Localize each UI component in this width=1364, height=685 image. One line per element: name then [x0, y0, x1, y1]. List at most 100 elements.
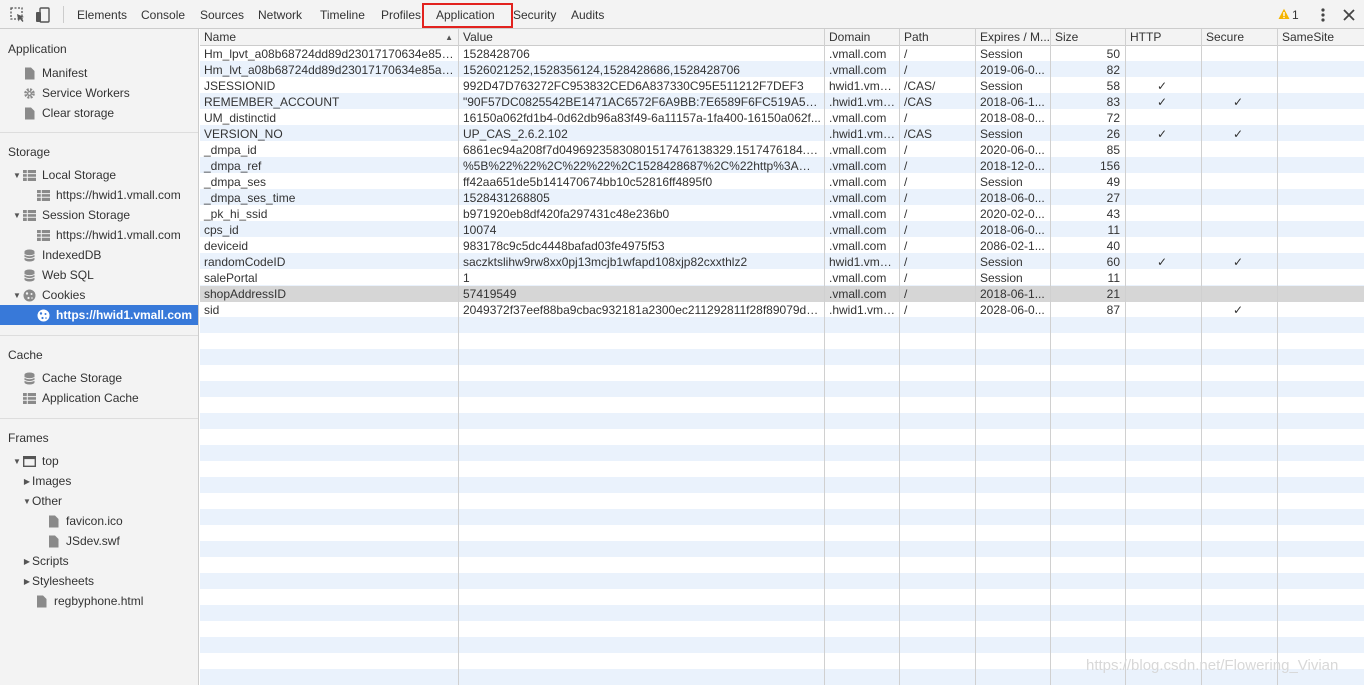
- sidebar-item-cookies[interactable]: ▼ Cookies: [0, 285, 198, 305]
- sidebar-item-cache-storage[interactable]: Cache Storage: [0, 368, 198, 388]
- column-header-path[interactable]: Path: [900, 29, 975, 46]
- column-header-secure[interactable]: Secure: [1202, 29, 1277, 46]
- sidebar-item-label: Session Storage: [42, 208, 131, 222]
- sidebar-item-other[interactable]: ▼ Other: [0, 491, 198, 511]
- check-mark-icon: ✓: [1156, 127, 1168, 141]
- table-row[interactable]: deviceid 983178c9c5dc4448bafad03fe4975f53…: [200, 238, 1364, 254]
- sidebar-item-manifest[interactable]: Manifest: [0, 63, 198, 83]
- sidebar-item-application-cache[interactable]: Application Cache: [0, 388, 198, 408]
- cell-name: Hm_lvt_a08b68724dd89d23017170634e85acd8: [204, 63, 458, 77]
- sidebar-item-session-storage[interactable]: ▼ Session Storage: [0, 205, 198, 225]
- cell-name: _dmpa_id: [204, 143, 257, 157]
- cell-path: /: [904, 255, 908, 269]
- sidebar-item-local-storage-origin[interactable]: https://hwid1.vmall.com: [0, 185, 198, 205]
- sidebar-item-label: IndexedDB: [42, 248, 102, 262]
- table-row[interactable]: Hm_lvt_a08b68724dd89d23017170634e85acd8 1…: [200, 62, 1364, 78]
- more-menu-icon[interactable]: [1314, 6, 1332, 24]
- cell-domain: .vmall.com: [829, 111, 887, 125]
- cell-secure: [1202, 270, 1277, 286]
- cell-value: b971920eb8df420fa297431c48e236b0: [463, 207, 670, 221]
- sidebar-item-label: https://hwid1.vmall.com: [56, 228, 181, 242]
- tab-elements[interactable]: Elements: [77, 0, 127, 29]
- sidebar-item-jsdev-swf[interactable]: JSdev.swf: [0, 531, 198, 551]
- cell-domain: .hwid1.vma...: [829, 303, 899, 317]
- table-row[interactable]: _dmpa_ses_time 1528431268805 .vmall.com / 20…: [200, 190, 1364, 206]
- cell-value: "90F57DC0825542BE1471AC6572F6A9BB:7E6589…: [463, 95, 824, 109]
- close-icon[interactable]: [1340, 6, 1358, 24]
- table-row[interactable]: _dmpa_id 6861ec94a208f7d04969235830801517…: [200, 142, 1364, 158]
- tab-timeline[interactable]: Timeline: [320, 0, 365, 29]
- column-header-name[interactable]: Name ▲: [200, 29, 458, 46]
- table-row[interactable]: _dmpa_ses ff42aa651de5b141470674bb10c5281…: [200, 174, 1364, 190]
- expand-triangle-icon[interactable]: ▼: [22, 497, 32, 506]
- table-row[interactable]: cps_id 10074 .vmall.com / 2018-06-0... 11: [200, 222, 1364, 238]
- expand-triangle-icon[interactable]: ▼: [12, 211, 22, 220]
- cell-name: sid: [204, 303, 220, 317]
- column-header-samesite[interactable]: SameSite: [1278, 29, 1364, 46]
- cell-domain: .vmall.com: [829, 207, 887, 221]
- table-grid-icon: [36, 228, 50, 242]
- expand-triangle-icon[interactable]: ▼: [12, 171, 22, 180]
- sidebar-item-stylesheets[interactable]: ▶ Stylesheets: [0, 571, 198, 591]
- tab-security[interactable]: Security: [513, 0, 556, 29]
- expand-triangle-icon[interactable]: ▼: [12, 291, 22, 300]
- expand-triangle-icon[interactable]: ▼: [12, 457, 22, 466]
- column-divider: [1201, 29, 1202, 685]
- tab-network[interactable]: Network: [258, 0, 302, 29]
- sidebar-item-favicon[interactable]: favicon.ico: [0, 511, 198, 531]
- cell-domain: .hwid1.vma...: [829, 95, 899, 109]
- sidebar-item-page-file[interactable]: regbyphone.html: [0, 591, 198, 611]
- collapse-triangle-icon[interactable]: ▶: [22, 477, 32, 486]
- tab-sources[interactable]: Sources: [200, 0, 244, 29]
- table-row[interactable]: shopAddressID 57419549 .vmall.com / 2018-06-…: [200, 286, 1364, 302]
- cell-http: [1126, 206, 1201, 222]
- collapse-triangle-icon[interactable]: ▶: [22, 557, 32, 566]
- cell-value: 983178c9c5dc4448bafad03fe4975f53: [463, 239, 665, 253]
- inspect-element-icon[interactable]: [9, 6, 27, 24]
- collapse-triangle-icon[interactable]: ▶: [22, 577, 32, 586]
- table-row[interactable]: sid 2049372f37eef88ba9cbac932181a2300ec21…: [200, 302, 1364, 318]
- table-row[interactable]: salePortal 1 .vmall.com / Session 11: [200, 270, 1364, 286]
- cell-value: 1: [463, 271, 470, 285]
- cell-name: VERSION_NO: [204, 127, 283, 141]
- sidebar-item-frame-top[interactable]: ▼ top: [0, 451, 198, 471]
- table-row[interactable]: UM_distinctid 16150a062fd1b4-0d62db96a83f…: [200, 110, 1364, 126]
- tab-application[interactable]: Application: [436, 0, 495, 29]
- table-row[interactable]: JSESSIONID 992D47D763272FC953832CED6A8373…: [200, 78, 1364, 94]
- tab-audits[interactable]: Audits: [571, 0, 604, 29]
- sidebar-item-label: Other: [32, 494, 63, 508]
- sidebar-item-scripts[interactable]: ▶ Scripts: [0, 551, 198, 571]
- tab-console[interactable]: Console: [141, 0, 185, 29]
- cell-http: [1126, 174, 1201, 190]
- sidebar-item-session-storage-origin[interactable]: https://hwid1.vmall.com: [0, 225, 198, 245]
- cell-name: salePortal: [204, 271, 258, 285]
- tab-profiles[interactable]: Profiles: [381, 0, 421, 29]
- sidebar-item-label: https://hwid1.vmall.com: [56, 188, 181, 202]
- sidebar-item-indexeddb[interactable]: IndexedDB: [0, 245, 198, 265]
- sidebar-item-websql[interactable]: Web SQL: [0, 265, 198, 285]
- table-row[interactable]: REMEMBER_ACCOUNT "90F57DC0825542BE1471AC6…: [200, 94, 1364, 110]
- cell-secure: [1202, 286, 1277, 302]
- column-header-size[interactable]: Size: [1051, 29, 1125, 46]
- table-row[interactable]: _dmpa_ref %5B%22%22%2C%22%22%2C1528428687…: [200, 158, 1364, 174]
- column-header-value[interactable]: Value: [459, 29, 824, 46]
- table-row[interactable]: Hm_lpvt_a08b68724dd89d23017170634e85ac..…: [200, 46, 1364, 62]
- sidebar-item-clear-storage[interactable]: Clear storage: [0, 103, 198, 123]
- column-header-expires[interactable]: Expires / M...: [976, 29, 1050, 46]
- cell-name: _dmpa_ses: [204, 175, 267, 189]
- table-row[interactable]: randomCodeID saczktslihw9rw8xx0pj13mcjb1w…: [200, 254, 1364, 270]
- table-row[interactable]: VERSION_NO UP_CAS_2.6.2.102 .hwid1.vma... /…: [200, 126, 1364, 142]
- cell-size: 21: [1106, 287, 1120, 301]
- device-mode-icon[interactable]: [34, 6, 52, 24]
- sidebar-item-local-storage[interactable]: ▼ Local Storage: [0, 165, 198, 185]
- column-header-http[interactable]: HTTP: [1126, 29, 1201, 46]
- column-header-domain[interactable]: Domain: [825, 29, 899, 46]
- sidebar-item-images[interactable]: ▶ Images: [0, 471, 198, 491]
- sidebar-item-service-workers[interactable]: Service Workers: [0, 83, 198, 103]
- warnings-counter[interactable]: 1: [1278, 8, 1299, 22]
- cell-http: [1126, 302, 1201, 318]
- table-row[interactable]: _pk_hi_ssid b971920eb8df420fa297431c48e23…: [200, 206, 1364, 222]
- gear-icon: [22, 86, 36, 100]
- sidebar-item-cookies-origin[interactable]: https://hwid1.vmall.com: [0, 305, 198, 325]
- cell-size: 43: [1106, 207, 1120, 221]
